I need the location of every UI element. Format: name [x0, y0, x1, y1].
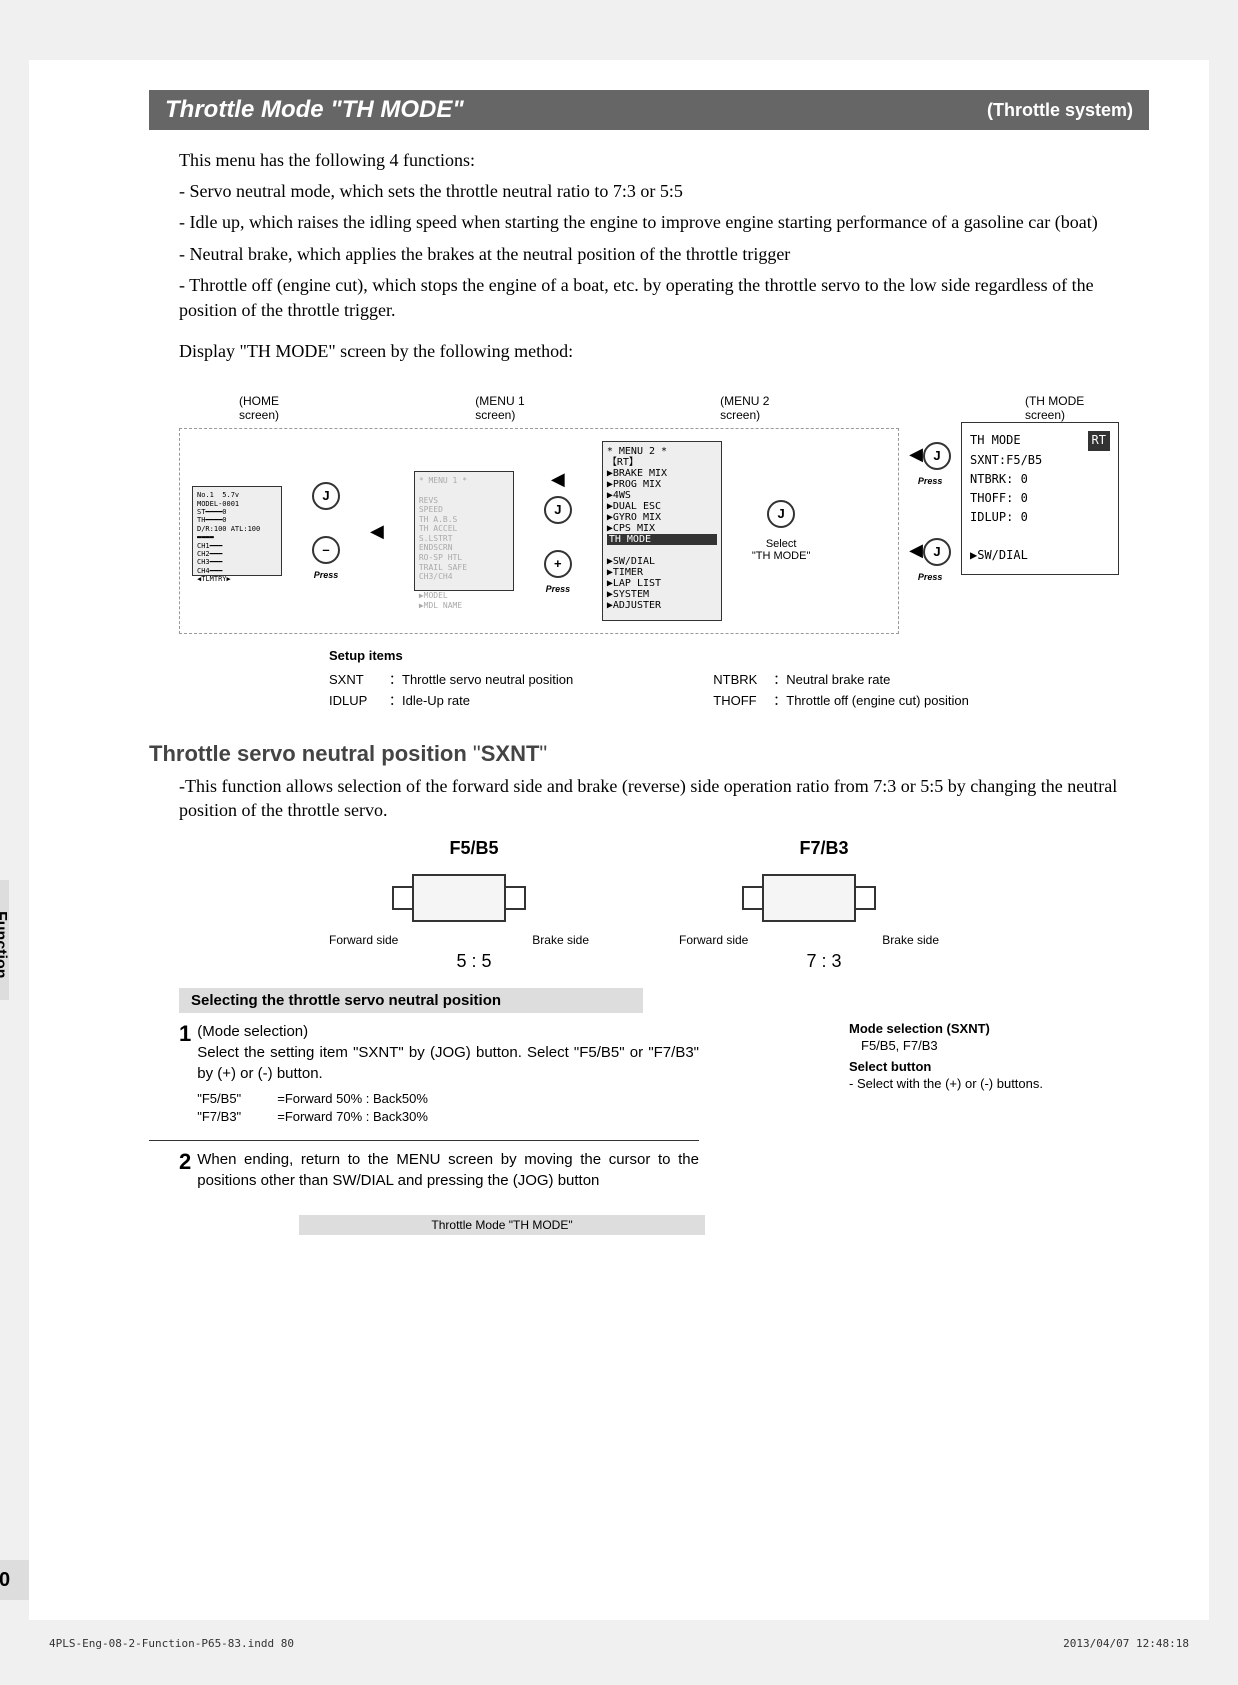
intro-item: - Neutral brake, which applies the brake… — [179, 242, 1149, 267]
select-item: "TH MODE" — [752, 550, 811, 562]
press-label: Press — [918, 476, 943, 486]
press-label: Press — [918, 572, 943, 582]
step2-body: When ending, return to the MENU screen b… — [197, 1149, 699, 1191]
servo-f7b3: F7/B3 Forward sideBrake side 7 : 3 — [709, 838, 939, 972]
screen-label-menu1: (MENU 1 screen) — [475, 394, 560, 422]
title-bar: Throttle Mode "TH MODE" (Throttle system… — [149, 90, 1149, 130]
press-label: Press — [546, 584, 571, 594]
print-footer-file: 4PLS-Eng-08-2-Function-P65-83.indd 80 — [49, 1637, 294, 1650]
setup-items: Setup items SXNT：Throttle servo neutral … — [329, 648, 1119, 711]
th-mode-screen-thumb: TH MODERT SXNT:F5/B5 NTBRK: 0 THOFF: 0 I… — [961, 422, 1119, 574]
intro-item: - Idle up, which raises the idling speed… — [179, 210, 1149, 235]
select-label: Select — [766, 538, 797, 550]
step-1: 1 (Mode selection) Select the setting it… — [149, 1021, 699, 1141]
section-title-sxnt: Throttle servo neutral position "SXNT" — [149, 741, 1149, 767]
print-footer-timestamp: 2013/04/07 12:48:18 — [1063, 1637, 1189, 1650]
intro-item: - Throttle off (engine cut), which stops… — [179, 273, 1149, 323]
step-2: 2 When ending, return to the MENU screen… — [149, 1149, 699, 1205]
servo-f5b5: F5/B5 Forward sideBrake side 5 : 5 — [359, 838, 589, 972]
page-number: 80 — [0, 1560, 29, 1600]
title-main: Throttle Mode "TH MODE" — [165, 96, 464, 124]
footer-bar: Throttle Mode "TH MODE" — [299, 1215, 705, 1235]
screen-label-menu2: (MENU 2 screen) — [720, 394, 805, 422]
section-body-sxnt: -This function allows selection of the f… — [149, 775, 1149, 822]
print-footer: 4PLS-Eng-08-2-Function-P65-83.indd 80 20… — [29, 1637, 1209, 1650]
intro-item: - Servo neutral mode, which sets the thr… — [179, 179, 1149, 204]
screen-label-thmode: (TH MODE screen) — [1025, 394, 1119, 422]
press-label: Press — [314, 570, 339, 580]
subsection-bar: Selecting the throttle servo neutral pos… — [179, 988, 643, 1013]
side-tab-function: Function — [0, 880, 9, 1000]
jog-button-icon: J — [767, 500, 795, 528]
intro-lead: This menu has the following 4 functions: — [179, 148, 1149, 173]
intro-display: Display "TH MODE" screen by the followin… — [179, 339, 1149, 364]
menu1-screen-thumb: * MENU 1 *REVSSPEEDTH A.B.STH ACCELS.LST… — [414, 471, 514, 591]
menu2-screen-thumb: * MENU 2 * 【RT】 ▶BRAKE MIX ▶PROG MIX ▶4W… — [602, 441, 722, 621]
step1-body: Select the setting item "SXNT" by (JOG) … — [197, 1042, 699, 1084]
intro-block: This menu has the following 4 functions:… — [149, 130, 1149, 364]
jog-button-icon: J — [312, 482, 340, 510]
navigation-diagram: (HOME screen) (MENU 1 screen) (MENU 2 sc… — [149, 384, 1149, 721]
jog-button-icon: J — [544, 496, 572, 524]
minus-button-icon: – — [312, 536, 340, 564]
servo-diagrams: F5/B5 Forward sideBrake side 5 : 5 F7/B3… — [149, 838, 1149, 972]
plus-button-icon: + — [544, 550, 572, 578]
rt-badge: RT — [1088, 431, 1110, 450]
screen-label-home: (HOME screen) — [239, 394, 315, 422]
setup-items-title: Setup items — [329, 648, 1119, 663]
page-content: Function 80 Throttle Mode "TH MODE" (Thr… — [29, 60, 1209, 1620]
step1-label: (Mode selection) — [197, 1021, 699, 1042]
home-screen-thumb: No.1 5.7vMODEL-0001ST━━━━0TH━━━━0D/R:100… — [192, 486, 282, 576]
jog-button-icon: J — [923, 442, 951, 470]
right-notes: Mode selection (SXNT) F5/B5, F7/B3 Selec… — [849, 1021, 1069, 1093]
title-sub: (Throttle system) — [987, 100, 1133, 121]
menu-item-thmode-selected: TH MODE — [607, 534, 717, 545]
jog-button-icon: J — [923, 538, 951, 566]
